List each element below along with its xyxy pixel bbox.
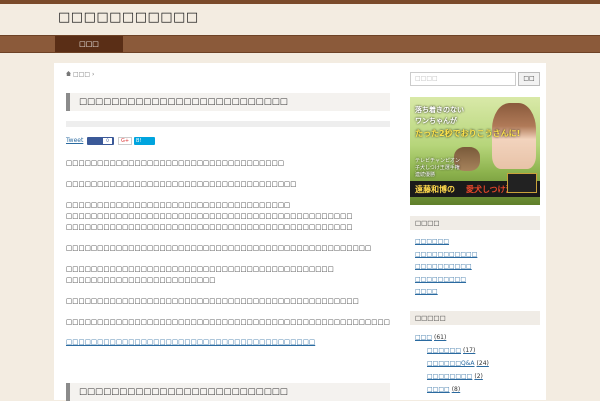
banner-method-name: 遠藤和博の <box>415 185 455 194</box>
category-count: (17) <box>463 346 476 354</box>
post-paragraph: □□□□□□□□□□□□□□□□□□□□□□□□□□□□□□□□□□□□□ <box>66 179 390 190</box>
banner-line1: 落ち着きのない <box>415 106 464 114</box>
banner-caption: 連続優勝 <box>415 172 436 178</box>
site-title[interactable]: □□□□□□□□□□□ <box>58 10 199 25</box>
recent-post-link[interactable]: □□□□□□ <box>410 236 540 249</box>
category-count: (8) <box>451 385 461 393</box>
category-link[interactable]: □□□□□□Q&A <box>427 360 475 367</box>
categories-title: □□□□□ <box>410 310 540 325</box>
banner-line2: ワンちゃんが <box>415 117 457 125</box>
search-input[interactable]: □□□□ <box>410 72 516 86</box>
category-item[interactable]: □□□□□□ (17) <box>410 344 540 357</box>
post-paragraph: □□□□□□□□□□□□□□□□□□□□□□□□□□□□□□□□□□□ <box>66 158 390 169</box>
post-subheading: □□□□□□□□□□□□□□□□□□□□□□□□□□ <box>66 383 390 401</box>
search-button[interactable]: □□ <box>518 72 540 86</box>
category-count: (61) <box>434 333 447 341</box>
promo-banner[interactable]: 落ち着きのない ワンちゃんが たった2秒でおりこうさんに! テレビチャンピオン … <box>410 97 540 205</box>
facebook-count: 0 <box>103 138 112 144</box>
text-line: □□□□□□□□□□□□□□□□□□□□□□□□□□□□□□□□□□□□ <box>66 201 291 209</box>
category-item[interactable]: □□□□□□Q&A (24) <box>410 357 540 370</box>
category-link[interactable]: □□□□□□□□ <box>427 373 472 380</box>
post-paragraph: □□□□□□□□□□□□□□□□□□□□□□□□□□□□□□□□□□□□ □□□… <box>66 200 390 233</box>
text-line: □□□□□□□□□□□□□□□□□□□□□□□□□□□□□□□□□□□□□□□□… <box>66 212 353 220</box>
category-item[interactable]: □□□□ (8) <box>410 383 540 396</box>
dvd-package-image <box>507 173 537 193</box>
gplus-button[interactable]: G+ <box>118 137 132 145</box>
post-paragraph: □□□□□□□□□□□□□□□□□□□□□□□□□□□□□□□□□□□□□□□□… <box>66 296 390 307</box>
text-line: □□□□□□□□□□□□□□□□□□□□□□□□□□□□□□□□□□□□□□□□… <box>66 297 359 305</box>
main-content: □□□ › □□□□□□□□□□□□□□□□□□□□□□□□□□ Tweet 0… <box>66 69 390 346</box>
sidebar: □□□□ □□ 落ち着きのない ワンちゃんが たった2秒でおりこうさんに! テレ… <box>410 72 540 396</box>
banner-caption: 子犬しつけ王選手権 <box>415 165 460 171</box>
home-icon <box>66 71 71 76</box>
post-title: □□□□□□□□□□□□□□□□□□□□□□□□□□ <box>66 93 390 111</box>
ad-strip <box>66 121 390 127</box>
text-line: □□□□□□□□□□□□□□□□□□□□□□□□□□□□□□□□□□□ <box>66 159 285 167</box>
nav-item-home[interactable]: □□□ <box>55 36 123 52</box>
global-nav: □□□ <box>0 35 600 53</box>
text-line: □□□□□□□□□□□□□□□□□□□□□□□□□□□□□□□□□□□□□□□□… <box>66 244 372 252</box>
categories-list: □□□ (61) □□□□□□ (17) □□□□□□Q&A (24) □□□□□□□… <box>410 331 540 396</box>
text-line: □□□□□□□□□□□□□□□□□□□□□□□□□□□□□□□□□□□□□□□□… <box>66 318 390 326</box>
post-paragraph: □□□□□□□□□□□□□□□□□□□□□□□□□□□□□□□□□□□□□□□□… <box>66 243 390 254</box>
category-count: (24) <box>476 359 489 367</box>
recent-posts-list: □□□□□□ □□□□□□□□□□□ □□□□□□□□□□ □□□□□□□□□ … <box>410 236 540 299</box>
tweet-button[interactable]: Tweet <box>66 137 83 144</box>
recent-post-link[interactable]: □□□□□□□□□ <box>410 274 540 287</box>
category-link[interactable]: □□□□ <box>427 386 450 393</box>
post-paragraph: □□□□□□□□□□□□□□□□□□□□□□□□□□□□□□□□□□□□□□□□… <box>66 264 390 286</box>
hatena-bookmark-button[interactable]: B! <box>134 137 155 145</box>
recent-posts-title: □□□□ <box>410 216 540 230</box>
breadcrumb: □□□ › <box>66 69 390 81</box>
site-header: □□□□□□□□□□□ <box>0 4 600 35</box>
category-link[interactable]: □□□ <box>415 334 432 341</box>
text-line: □□□□□□□□□□□□□□□□□□□□□□□□□□□□□□□□□□□□□□□□… <box>66 223 353 231</box>
category-link[interactable]: □□□□□□ <box>427 347 461 354</box>
banner-caption: テレビチャンピオン <box>415 158 460 164</box>
category-item[interactable]: □□□ (61) <box>410 331 540 344</box>
text-line: □□□□□□□□□□□□□□□□□□□□□□□□□□□□□□□□□□□□□ <box>66 180 297 188</box>
category-count: (2) <box>474 372 483 380</box>
breadcrumb-home[interactable]: □□□ <box>73 71 90 78</box>
category-item[interactable]: □□□□□□□□ (2) <box>410 370 540 383</box>
post-paragraph: □□□□□□□□□□□□□□□□□□□□□□□□□□□□□□□□□□□□□□□□… <box>66 317 390 328</box>
text-line: □□□□□□□□□□□□□□□□□□□□□□□□□□□□□□□□□□□□□□□□… <box>66 265 334 273</box>
recent-post-link[interactable]: □□□□ <box>410 286 540 299</box>
text-line: □□□□□□□□□□□□□□□□□□□□□□□□ <box>66 276 216 284</box>
recent-post-link[interactable]: □□□□□□□□□□ <box>410 261 540 274</box>
share-buttons: Tweet 0 G+ B! <box>66 137 390 145</box>
post-link[interactable]: □□□□□□□□□□□□□□□□□□□□□□□□□□□□□□□□□□□□□□□□ <box>66 338 390 346</box>
banner-line3: たった2秒でおりこうさんに! <box>415 129 521 138</box>
recent-post-link[interactable]: □□□□□□□□□□□ <box>410 249 540 262</box>
search-form: □□□□ □□ <box>410 72 540 86</box>
breadcrumb-separator: › <box>91 71 95 78</box>
content-wrapper: □□□ › □□□□□□□□□□□□□□□□□□□□□□□□□□ Tweet 0… <box>54 63 546 401</box>
